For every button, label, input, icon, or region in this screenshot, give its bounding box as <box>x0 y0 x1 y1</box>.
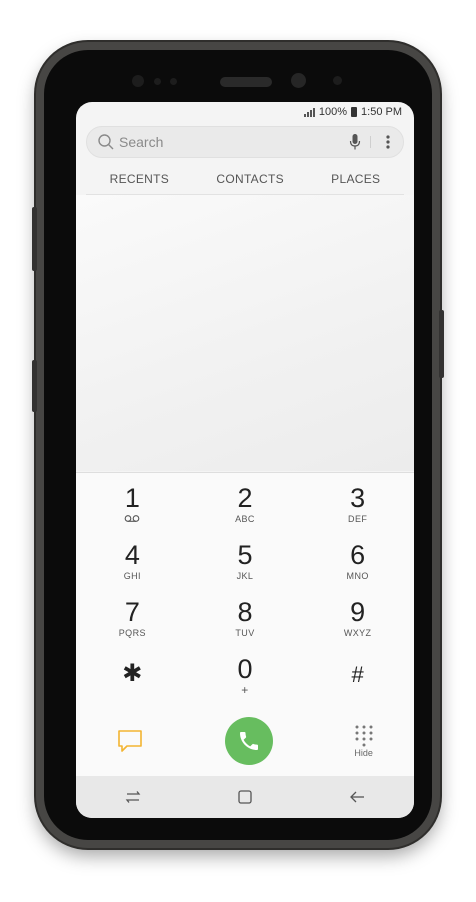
dial-key-8[interactable]: 8 TUV <box>189 597 302 654</box>
message-icon[interactable] <box>116 727 144 755</box>
tab-bar: RECENTS CONTACTS PLACES <box>76 166 414 194</box>
dial-digit: 7 <box>124 597 140 627</box>
dial-key-4[interactable]: 4 GHI <box>76 540 189 597</box>
tab-places[interactable]: PLACES <box>327 166 384 194</box>
search-bar[interactable] <box>86 126 404 158</box>
dial-letters: + <box>241 683 249 697</box>
dial-digit: 0 <box>237 654 253 684</box>
dial-digit: 6 <box>350 540 366 570</box>
dial-key-2[interactable]: 2 ABC <box>189 483 302 540</box>
sensor <box>154 78 161 85</box>
home-icon[interactable] <box>237 789 253 805</box>
dial-digit: 5 <box>237 540 253 570</box>
signal-icon <box>303 107 315 117</box>
dial-digit: 3 <box>350 483 366 513</box>
iris-scanner <box>333 76 342 85</box>
navigation-bar <box>76 776 414 818</box>
dial-key-star[interactable]: ✱ <box>76 654 189 711</box>
voicemail-icon <box>124 515 140 522</box>
dial-key-0[interactable]: 0 + <box>189 654 302 711</box>
call-button[interactable] <box>224 717 273 765</box>
dial-letters: JKL <box>236 571 254 581</box>
dial-digit: 4 <box>124 540 140 570</box>
screen: 100% 1:50 PM Search RECENTS CONTACTS PLA… <box>76 102 414 818</box>
dial-letters: GHI <box>123 571 141 581</box>
dial-key-hash[interactable]: # <box>301 654 414 711</box>
earpiece-speaker <box>220 77 272 87</box>
dial-actions: Hide <box>76 711 414 771</box>
dial-letters: WXYZ <box>343 628 372 638</box>
hide-keypad-button[interactable]: Hide <box>354 724 374 758</box>
divider <box>370 136 371 148</box>
power-button <box>439 310 444 378</box>
status-bar: 100% 1:50 PM <box>76 102 414 122</box>
content-area <box>76 195 414 471</box>
more-vert-icon[interactable] <box>385 133 391 151</box>
bezel: 100% 1:50 PM Search RECENTS CONTACTS PLA… <box>44 50 432 840</box>
dial-key-3[interactable]: 3 DEF <box>301 483 414 540</box>
phone-frame: 100% 1:50 PM Search RECENTS CONTACTS PLA… <box>32 42 444 848</box>
dial-key-9[interactable]: 9 WXYZ <box>301 597 414 654</box>
dial-letters: MNO <box>346 571 369 581</box>
keypad-icon <box>355 725 373 747</box>
microphone-icon[interactable] <box>349 133 361 151</box>
dial-letters: ABC <box>235 514 255 524</box>
dial-digit: # <box>351 662 364 687</box>
dialpad: 1 2 ABC 3 DEF 4 GHI 5 JKL 6 MNO 7 PQRS 8… <box>76 472 414 777</box>
front-camera <box>291 73 306 88</box>
tab-recents[interactable]: RECENTS <box>106 166 173 194</box>
bixby-button <box>32 207 37 271</box>
dial-letters: DEF <box>348 514 368 524</box>
back-arrow-icon[interactable] <box>348 790 366 804</box>
dial-key-1[interactable]: 1 <box>76 483 189 540</box>
dial-digit: 9 <box>350 597 366 627</box>
phone-icon <box>239 732 258 750</box>
volume-button <box>32 360 37 412</box>
hide-label: Hide <box>354 748 373 758</box>
dial-letters: PQRS <box>118 628 146 638</box>
dial-digit: 1 <box>124 483 140 513</box>
dial-digit: 8 <box>237 597 253 627</box>
sensor <box>132 75 144 87</box>
battery-percent: 100% <box>318 106 348 118</box>
clock: 1:50 PM <box>361 106 402 118</box>
dial-key-7[interactable]: 7 PQRS <box>76 597 189 654</box>
recent-apps-icon[interactable] <box>124 790 142 804</box>
sensor <box>170 78 177 85</box>
dial-key-5[interactable]: 5 JKL <box>189 540 302 597</box>
tab-contacts[interactable]: CONTACTS <box>212 166 288 194</box>
search-icon <box>98 134 114 150</box>
dial-digit: ✱ <box>122 660 143 687</box>
dial-digit: 2 <box>237 483 253 513</box>
dialpad-grid: 1 2 ABC 3 DEF 4 GHI 5 JKL 6 MNO 7 PQRS 8… <box>76 483 414 711</box>
dial-letters: TUV <box>235 628 255 638</box>
dial-key-6[interactable]: 6 MNO <box>301 540 414 597</box>
search-input[interactable] <box>117 133 341 151</box>
battery-icon <box>351 107 358 117</box>
